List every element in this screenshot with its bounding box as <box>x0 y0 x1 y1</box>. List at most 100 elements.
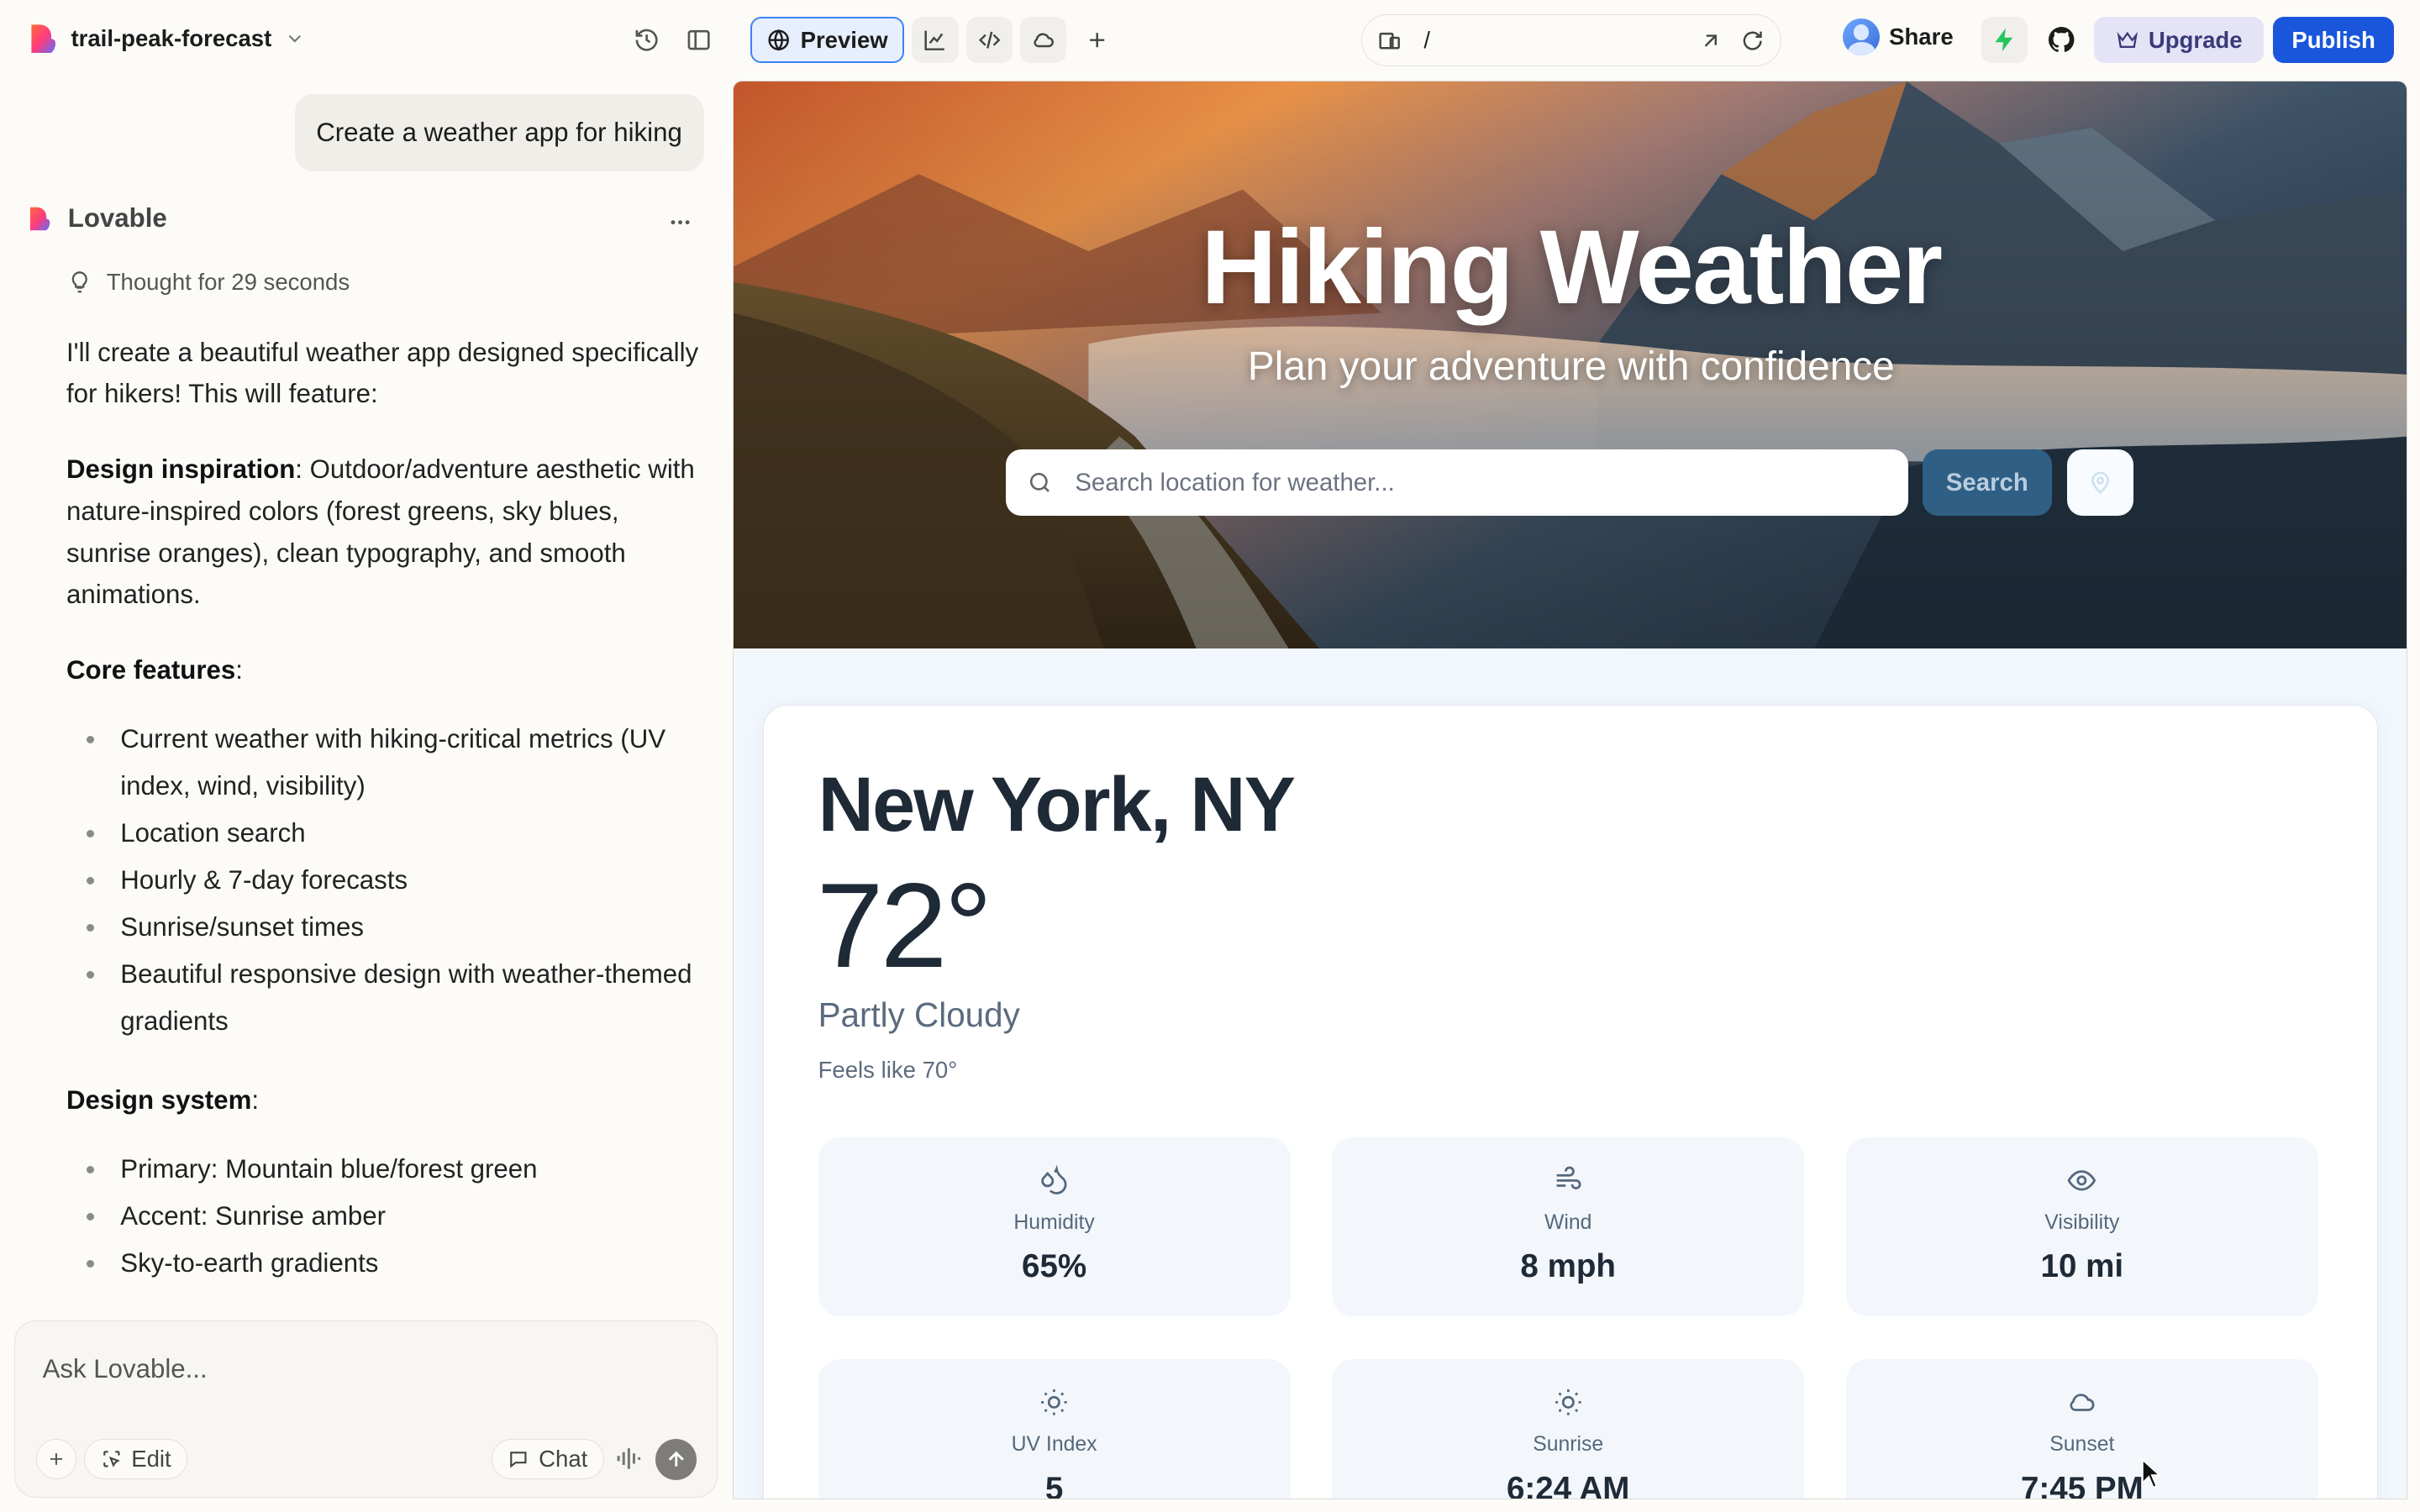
thought-indicator[interactable]: Thought for 29 seconds <box>68 269 350 296</box>
core-features-list: Current weather with hiking-critical met… <box>66 716 707 1045</box>
chat-mode-button[interactable]: Chat <box>492 1438 604 1479</box>
globe-icon <box>768 29 790 51</box>
cloud-icon <box>2066 1387 2097 1418</box>
device-toggle-icon[interactable] <box>1377 29 1402 53</box>
city-name: New York, NY <box>818 761 1296 848</box>
more-options-icon[interactable] <box>666 210 694 234</box>
preview-tab[interactable]: Preview <box>750 17 905 64</box>
publish-button[interactable]: Publish <box>2273 17 2394 64</box>
voice-icon[interactable] <box>613 1443 644 1474</box>
wind-icon <box>1553 1165 1584 1196</box>
edit-mode-button[interactable]: Edit <box>84 1438 188 1479</box>
project-switcher[interactable]: trail-peak-forecast <box>24 22 305 55</box>
metric-label: Sunset <box>2049 1433 2115 1457</box>
edit-label: Edit <box>131 1445 171 1472</box>
list-item: Accent: Sunrise amber <box>66 1193 707 1240</box>
code-tab[interactable] <box>965 17 1013 64</box>
assistant-message: I'll create a beautiful weather app desi… <box>66 332 707 1320</box>
design-system-heading: Design system: <box>66 1084 260 1115</box>
droplets-icon <box>1039 1164 1070 1196</box>
arrow-up-icon <box>668 1451 684 1467</box>
thought-label: Thought for 29 seconds <box>106 268 350 295</box>
list-item: Hourly & 7-day forecasts <box>66 857 707 904</box>
temperature: 72° <box>816 858 992 993</box>
send-button[interactable] <box>655 1438 697 1481</box>
metric-value: 8 mph <box>1520 1248 1616 1285</box>
metric-value: 10 mi <box>2040 1248 2124 1285</box>
metric-label: UV Index <box>1011 1433 1097 1457</box>
search-icon <box>1030 473 1050 493</box>
github-button[interactable] <box>2039 17 2085 63</box>
lightbulb-icon <box>71 270 87 293</box>
attach-button[interactable] <box>36 1438 76 1479</box>
list-item: Beautiful responsive design with weather… <box>66 951 707 1045</box>
current-location-button[interactable] <box>2067 449 2134 517</box>
cloud-tab[interactable] <box>1020 17 1067 64</box>
sun-icon <box>1039 1387 1070 1418</box>
open-external-icon[interactable] <box>1698 29 1723 53</box>
current-weather-card: New York, NY 72° Partly Cloudy Feels lik… <box>763 704 2378 1500</box>
chat-composer[interactable]: Ask Lovable... Edit Chat <box>13 1320 718 1499</box>
integrations-button[interactable] <box>1981 17 2028 64</box>
sun-icon <box>1553 1387 1584 1418</box>
sidebar-toggle-icon[interactable] <box>684 24 715 55</box>
share-button[interactable]: Share <box>1843 18 1954 56</box>
core-features-heading: Core features: <box>66 655 243 685</box>
hero-title: Hiking Weather <box>1201 209 1943 327</box>
metric-label: Visibility <box>2044 1210 2120 1234</box>
metric-value: 65% <box>1022 1248 1087 1285</box>
assistant-name: Lovable <box>67 203 167 234</box>
metric-uv-index: UV Index 5 <box>818 1359 1291 1499</box>
lovable-logo-icon <box>30 207 50 231</box>
url-path[interactable]: / <box>1423 27 1430 54</box>
design-system-list: Primary: Mountain blue/forest green Acce… <box>66 1146 707 1287</box>
list-item: Current weather with hiking-critical met… <box>66 716 707 810</box>
design-inspiration-title: Design inspiration <box>66 454 296 485</box>
design-inspiration-paragraph: Design inspiration: Outdoor/adventure ae… <box>66 449 707 615</box>
search-placeholder: Search location for weather... <box>1075 468 1395 496</box>
chart-line-icon <box>924 30 945 50</box>
search-button[interactable]: Search <box>1922 449 2052 517</box>
chevron-down-icon <box>288 34 302 43</box>
share-label: Share <box>1889 24 1954 50</box>
assistant-header: Lovable <box>24 203 167 234</box>
preview-label: Preview <box>800 26 888 53</box>
upgrade-button[interactable]: Upgrade <box>2094 17 2265 64</box>
cloud-icon <box>1034 33 1054 48</box>
metric-label: Humidity <box>1013 1210 1095 1234</box>
top-bar: trail-peak-forecast Preview / Share Upgr… <box>0 0 2420 81</box>
refresh-icon[interactable] <box>1740 29 1765 53</box>
analytics-tab[interactable] <box>912 17 959 64</box>
message-intro: I'll create a beautiful weather app desi… <box>66 337 699 409</box>
list-item: Primary: Mountain blue/forest green <box>66 1146 707 1193</box>
user-message: Create a weather app for hiking <box>294 94 704 171</box>
metric-value: 6:24 AM <box>1506 1470 1630 1500</box>
upgrade-label: Upgrade <box>2148 26 2243 53</box>
github-icon <box>2049 27 2075 53</box>
select-cursor-icon <box>103 1451 120 1467</box>
metric-humidity: Humidity 65% <box>818 1137 1291 1316</box>
metric-value: 7:45 PM <box>2020 1470 2144 1500</box>
chat-label: Chat <box>539 1445 588 1472</box>
crown-icon <box>2117 31 2139 48</box>
metric-label: Wind <box>1544 1210 1592 1234</box>
url-bar[interactable]: / <box>1360 13 1781 66</box>
metric-sunset: Sunset 7:45 PM <box>1845 1359 2318 1500</box>
list-item: Location search <box>66 810 707 857</box>
eye-icon <box>2066 1165 2097 1196</box>
location-search-input[interactable]: Search location for weather... <box>1005 449 1909 517</box>
history-icon[interactable] <box>631 24 662 55</box>
avatar <box>1843 18 1881 56</box>
metric-wind: Wind 8 mph <box>1332 1137 1805 1316</box>
metric-sunrise: Sunrise 6:24 AM <box>1332 1359 1805 1500</box>
add-tab-button[interactable] <box>1074 17 1120 63</box>
app-window: trail-peak-forecast Preview / Share Upgr… <box>0 0 2420 1512</box>
hero-subtitle: Plan your adventure with confidence <box>1247 344 1895 389</box>
weather-condition: Partly Cloudy <box>818 995 1020 1034</box>
composer-input[interactable]: Ask Lovable... <box>43 1354 208 1384</box>
list-item: Sunrise/sunset times <box>66 904 707 951</box>
app-preview: Hiking Weather Plan your adventure with … <box>733 80 2408 1500</box>
feels-like: Feels like 70° <box>818 1057 958 1084</box>
lovable-logo-icon <box>31 24 56 53</box>
hero-section: Hiking Weather Plan your adventure with … <box>734 81 2407 649</box>
